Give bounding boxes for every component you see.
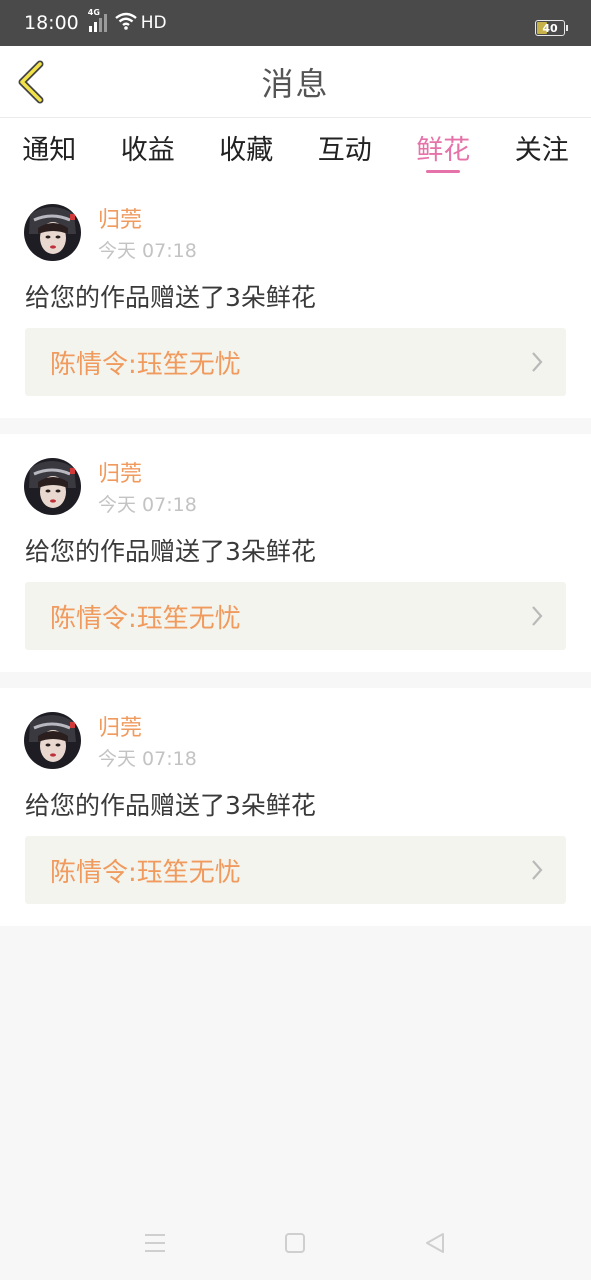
cell-signal-icon: 4G [88, 8, 107, 32]
message-time: 今天 07:18 [98, 240, 197, 262]
message-text: 给您的作品赠送了3朵鲜花 [25, 283, 316, 312]
avatar[interactable] [24, 712, 81, 769]
back-button[interactable] [14, 60, 54, 104]
tab-following[interactable]: 关注 [493, 118, 591, 180]
work-title: 陈情令:珏笙无忧 [50, 350, 241, 380]
battery-level: 40 [542, 21, 558, 35]
chevron-right-icon [532, 352, 543, 372]
menu-icon[interactable] [143, 1232, 167, 1254]
work-link[interactable]: 陈情令:珏笙无忧 [25, 836, 566, 904]
tab-interaction[interactable]: 互动 [296, 118, 395, 180]
avatar[interactable] [24, 204, 81, 261]
tab-bar: 通知 收益 收藏 互动 鲜花 关注 [0, 118, 591, 180]
message-text: 给您的作品赠送了3朵鲜花 [25, 791, 316, 820]
tab-notice[interactable]: 通知 [0, 118, 99, 180]
avatar[interactable] [24, 458, 81, 515]
sender-name[interactable]: 归莞 [98, 202, 142, 234]
chevron-right-icon [532, 606, 543, 626]
message-time: 今天 07:18 [98, 748, 197, 770]
hd-indicator: HD [140, 13, 167, 33]
sender-name[interactable]: 归莞 [98, 710, 142, 742]
page-title: 消息 [261, 64, 330, 103]
work-link[interactable]: 陈情令:珏笙无忧 [25, 328, 566, 396]
square-home-icon[interactable] [284, 1232, 306, 1254]
message-card: 归莞 今天 07:18 给您的作品赠送了3朵鲜花 陈情令:珏笙无忧 [0, 180, 591, 418]
status-bar: 18:00 4G HD 40 [0, 0, 591, 46]
tab-earnings[interactable]: 收益 [99, 118, 198, 180]
tab-flowers[interactable]: 鲜花 [394, 118, 493, 180]
work-title: 陈情令:珏笙无忧 [50, 604, 241, 634]
app-header: 消息 [0, 46, 591, 118]
message-time: 今天 07:18 [98, 494, 197, 516]
work-title: 陈情令:珏笙无忧 [50, 858, 241, 888]
battery-icon: 40 [535, 20, 568, 36]
sender-name[interactable]: 归莞 [98, 456, 142, 488]
chevron-right-icon [532, 860, 543, 880]
status-time: 18:00 [24, 12, 79, 34]
message-text: 给您的作品赠送了3朵鲜花 [25, 537, 316, 566]
work-link[interactable]: 陈情令:珏笙无忧 [25, 582, 566, 650]
triangle-back-icon[interactable] [424, 1232, 446, 1254]
wifi-icon [115, 12, 137, 35]
message-card: 归莞 今天 07:18 给您的作品赠送了3朵鲜花 陈情令:珏笙无忧 [0, 688, 591, 926]
tab-favorites[interactable]: 收藏 [197, 118, 296, 180]
message-card: 归莞 今天 07:18 给您的作品赠送了3朵鲜花 陈情令:珏笙无忧 [0, 434, 591, 672]
chevron-left-icon [18, 60, 44, 104]
system-nav-bar [0, 1210, 591, 1280]
network-type: 4G [87, 8, 100, 17]
